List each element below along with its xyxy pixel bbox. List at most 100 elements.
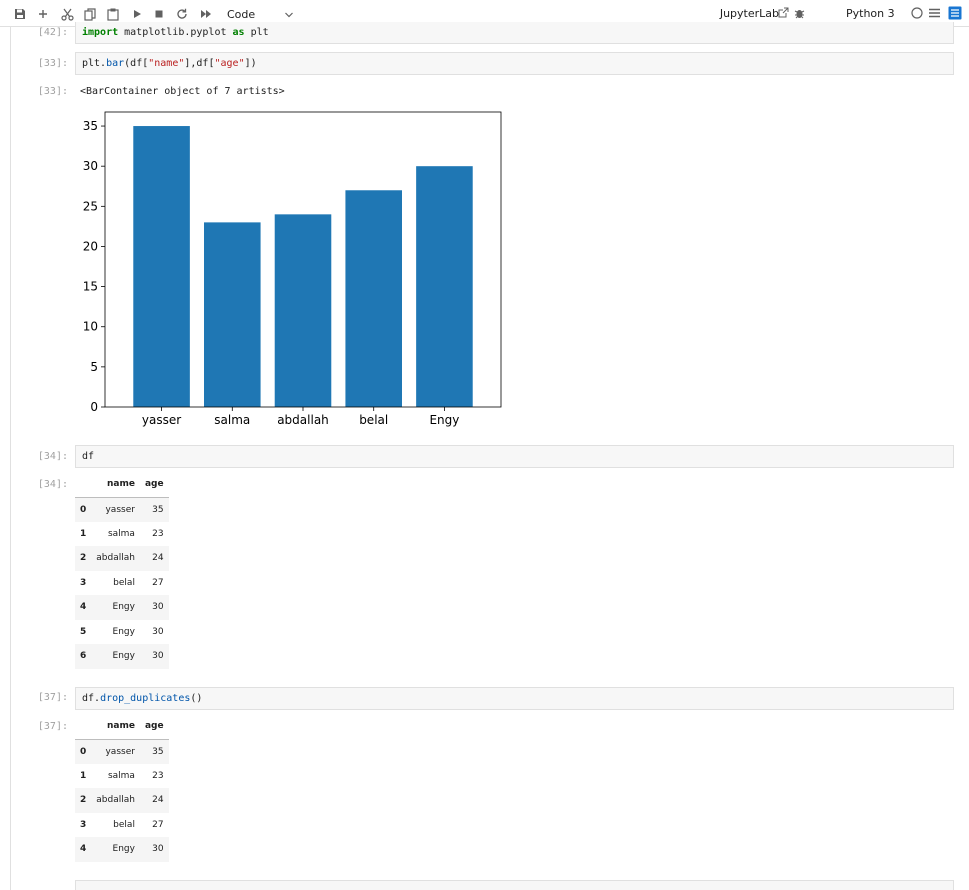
- table-cell: Engy: [112, 626, 135, 637]
- output-prompt: [37]:: [37, 721, 68, 732]
- input-prompt: [37]:: [37, 692, 68, 703]
- copy-icon[interactable]: [81, 5, 99, 23]
- table-cell: 35: [152, 504, 164, 515]
- column-header: age: [139, 472, 169, 498]
- code-text: ]): [244, 58, 257, 69]
- cell-type-label: Code: [227, 7, 256, 21]
- row-index: 6: [80, 651, 87, 662]
- table-row: 2 abdallah 24: [75, 788, 169, 813]
- property-inspector-icon[interactable]: [948, 6, 962, 23]
- run-icon[interactable]: [128, 5, 146, 23]
- table-cell: belal: [113, 577, 135, 588]
- table-cell: 24: [152, 553, 164, 564]
- table-row: 1 salma 23: [75, 522, 169, 547]
- debugger-icon[interactable]: [794, 7, 805, 22]
- empty-code-cell-input[interactable]: [75, 880, 954, 890]
- row-index: 3: [80, 819, 87, 830]
- menu-icon[interactable]: [929, 8, 940, 21]
- x-tick-label: belal: [359, 413, 388, 427]
- code-cell-input[interactable]: df: [75, 445, 954, 468]
- code-cell-input[interactable]: df. drop_duplicates(): [75, 687, 954, 710]
- code-text: plt: [244, 27, 269, 38]
- x-tick-label: yasser: [142, 413, 181, 427]
- x-tick-label: abdallah: [277, 413, 329, 427]
- row-index: 0: [80, 504, 87, 515]
- external-link-icon[interactable]: [778, 7, 789, 21]
- table-row: 6 Engy 30: [75, 644, 169, 669]
- table-cell: Engy: [112, 651, 135, 662]
- x-tick-label: salma: [214, 413, 250, 427]
- column-header: name: [91, 714, 140, 740]
- code-text: plt.: [82, 58, 107, 69]
- code-string: "age": [214, 58, 245, 69]
- y-tick-label: 10: [83, 320, 98, 334]
- chevron-down-icon: [284, 9, 294, 22]
- table-cell: belal: [113, 819, 135, 830]
- table-cell: 30: [152, 626, 164, 637]
- table-cell: 23: [152, 528, 164, 539]
- code-function: bar: [106, 58, 125, 69]
- row-index: 0: [80, 746, 87, 757]
- table-row: 3 belal 27: [75, 571, 169, 596]
- y-tick-label: 20: [83, 239, 98, 253]
- code-function: drop_duplicates: [100, 693, 191, 704]
- jupyterlab-link[interactable]: JupyterLab: [720, 7, 779, 20]
- table-row: 4 Engy 30: [75, 837, 169, 862]
- table-cell: yasser: [105, 504, 135, 515]
- table-cell: Engy: [112, 844, 135, 855]
- stop-icon[interactable]: [150, 5, 168, 23]
- table-row: 0 yasser 35: [75, 497, 169, 522]
- table-row: 3 belal 27: [75, 813, 169, 838]
- y-tick-label: 30: [83, 159, 98, 173]
- table-row: 1 salma 23: [75, 764, 169, 789]
- table-cell: 35: [152, 746, 164, 757]
- fast-forward-icon[interactable]: [197, 5, 215, 23]
- code-text: (df[: [124, 58, 149, 69]
- cut-icon[interactable]: [58, 5, 76, 23]
- y-tick-label: 25: [83, 199, 98, 213]
- y-tick-label: 0: [90, 400, 98, 414]
- code-keyword: import: [82, 27, 119, 38]
- table-cell: 30: [152, 844, 164, 855]
- input-prompt: [33]:: [37, 58, 68, 69]
- row-index: 1: [80, 528, 87, 539]
- dataframe-table: name age 0 yasser 35 1 salma 23 2 abdallah 24 3 bela…: [75, 714, 169, 862]
- add-cell-icon[interactable]: [34, 5, 52, 23]
- output-prompt: [33]:: [37, 86, 68, 97]
- code-string: "name": [148, 58, 185, 69]
- save-icon[interactable]: [11, 5, 29, 23]
- table-cell: 30: [152, 651, 164, 662]
- table-cell: abdallah: [96, 553, 135, 564]
- output-text: <BarContainer object of 7 artists>: [80, 86, 285, 97]
- code-cell-input[interactable]: import matplotlib.pyplot as plt: [75, 22, 954, 44]
- index-header: [75, 472, 92, 498]
- y-tick-label: 5: [90, 360, 98, 374]
- table-cell: 23: [152, 770, 164, 781]
- row-index: 1: [80, 770, 87, 781]
- output-prompt: [34]:: [37, 479, 68, 490]
- bar: [416, 166, 473, 407]
- row-index: 5: [80, 626, 87, 637]
- code-text: matplotlib.pyplot: [118, 27, 233, 38]
- restart-icon[interactable]: [173, 5, 191, 23]
- row-index: 2: [80, 795, 87, 806]
- cell-type-select[interactable]: Code: [222, 5, 298, 23]
- code-keyword: as: [232, 27, 245, 38]
- column-header: name: [91, 472, 140, 498]
- table-row: 0 yasser 35: [75, 739, 169, 764]
- code-text: (): [190, 693, 203, 704]
- table-cell: 30: [152, 602, 164, 613]
- table-cell: yasser: [105, 746, 135, 757]
- bar: [274, 214, 332, 407]
- table-row: 2 abdallah 24: [75, 546, 169, 571]
- kernel-status-icon: [911, 7, 923, 22]
- row-index: 4: [80, 844, 87, 855]
- code-cell-input[interactable]: plt. bar (df["name"],df["age"]): [75, 52, 954, 75]
- bar: [345, 190, 402, 407]
- input-prompt: [34]:: [37, 451, 68, 462]
- row-index: 2: [80, 553, 87, 564]
- x-tick-label: Engy: [429, 413, 459, 427]
- bar: [204, 222, 261, 407]
- paste-icon[interactable]: [104, 5, 122, 23]
- bar-chart-svg: yasser salma abdallah belal Engy 0 5 10 15 20 25 30…: [83, 111, 502, 427]
